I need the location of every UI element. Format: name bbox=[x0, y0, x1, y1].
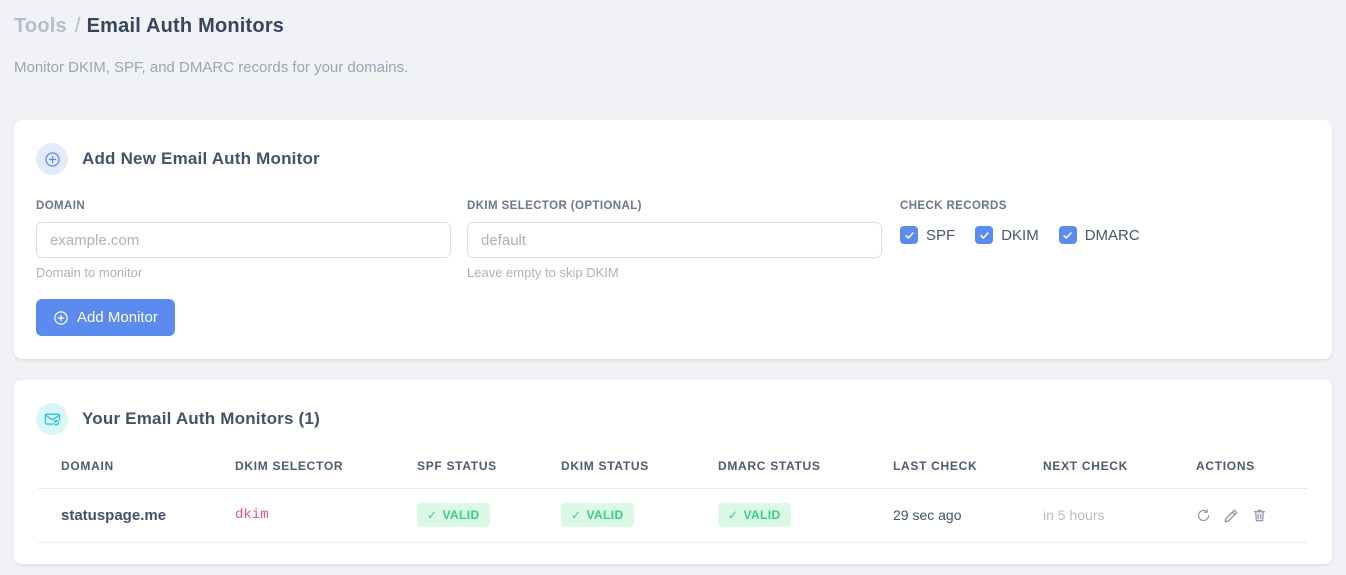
checkbox-dmarc[interactable]: DMARC bbox=[1058, 226, 1140, 244]
monitors-card-title: Your Email Auth Monitors (1) bbox=[82, 409, 320, 428]
spf-status-label: VALID bbox=[442, 508, 480, 522]
add-monitor-card-header: Add New Email Auth Monitor bbox=[36, 143, 1310, 175]
breadcrumb-separator: / bbox=[74, 15, 81, 37]
email-auth-monitors-page: Tools / Email Auth Monitors Monitor DKIM, … bbox=[0, 0, 1346, 564]
monitors-table: DOMAIN DKIM SELECTOR SPF STATUS DKIM STA… bbox=[38, 453, 1308, 543]
monitor-dkim-status-cell: ✓ VALID bbox=[561, 488, 718, 543]
add-monitor-card: Add New Email Auth Monitor DOMAIN Domain… bbox=[14, 120, 1332, 359]
domain-field-helper: Domain to monitor bbox=[36, 265, 143, 280]
dmarc-checkbox-label: DMARC bbox=[1084, 226, 1140, 244]
check-glyph: ✓ bbox=[427, 508, 438, 522]
page-subtitle: Monitor DKIM, SPF, and DMARC records for… bbox=[14, 59, 409, 76]
table-header-row: DOMAIN DKIM SELECTOR SPF STATUS DKIM STA… bbox=[38, 453, 1308, 489]
dmarc-checkbox-checked-icon[interactable] bbox=[1058, 226, 1077, 244]
monitor-next-check: in 5 hours bbox=[1043, 488, 1196, 543]
refresh-icon bbox=[1197, 508, 1210, 521]
spf-checkbox-checked-icon[interactable] bbox=[900, 226, 918, 244]
domain-field-label: DOMAIN bbox=[36, 200, 86, 212]
check-records-group: CHECK RECORDS SPF DKIM DMARC bbox=[900, 200, 1310, 280]
column-header-actions: ACTIONS bbox=[1196, 453, 1308, 489]
monitor-row-statuspage: statuspage.me dkim ✓ VALID ✓ VALID ✓ VAL… bbox=[38, 488, 1308, 543]
column-header-domain: DOMAIN bbox=[38, 453, 235, 489]
dmarc-status-label: VALID bbox=[743, 508, 781, 522]
card-bottom-padding bbox=[36, 543, 1310, 564]
check-glyph: ✓ bbox=[728, 508, 739, 522]
monitor-dkim-selector: dkim bbox=[235, 488, 417, 543]
column-header-next-check: NEXT CHECK bbox=[1043, 453, 1196, 489]
check-records-options: SPF DKIM DMARC bbox=[900, 226, 1310, 244]
monitor-domain: statuspage.me bbox=[38, 488, 235, 543]
row-actions bbox=[1196, 508, 1308, 523]
dkim-selector-input[interactable] bbox=[467, 222, 882, 258]
plus-circle-badge bbox=[36, 143, 68, 175]
envelope-check-badge bbox=[36, 403, 68, 435]
dkim-status-label: VALID bbox=[586, 508, 624, 522]
trash-icon bbox=[1253, 509, 1266, 521]
monitor-spf-status-cell: ✓ VALID bbox=[417, 488, 561, 543]
spf-checkbox-label: SPF bbox=[926, 226, 956, 244]
monitors-table-wrap: DOMAIN DKIM SELECTOR SPF STATUS DKIM STA… bbox=[38, 453, 1308, 543]
refresh-button[interactable] bbox=[1196, 508, 1211, 523]
dkim-status-badge: ✓ VALID bbox=[561, 503, 634, 527]
dkim-selector-field-group: DKIM SELECTOR (OPTIONAL) Leave empty to … bbox=[467, 200, 882, 280]
monitor-actions-cell bbox=[1196, 488, 1308, 543]
column-header-dkim-status: DKIM STATUS bbox=[561, 453, 718, 489]
checkbox-spf[interactable]: SPF bbox=[900, 226, 955, 244]
dkim-checkbox-checked-icon[interactable] bbox=[975, 226, 994, 244]
column-header-dkim-selector: DKIM SELECTOR bbox=[235, 453, 417, 489]
monitors-card: Your Email Auth Monitors (1) DOMAIN DKIM… bbox=[14, 380, 1332, 564]
check-records-label: CHECK RECORDS bbox=[900, 200, 1007, 212]
column-header-dmarc-status: DMARC STATUS bbox=[718, 453, 893, 489]
monitor-last-check: 29 sec ago bbox=[893, 488, 1043, 543]
dkim-checkbox-label: DKIM bbox=[1001, 226, 1039, 244]
add-monitor-button-label: Add Monitor bbox=[77, 309, 158, 326]
check-glyph: ✓ bbox=[571, 508, 582, 522]
page-title: Email Auth Monitors bbox=[86, 15, 285, 37]
domain-input[interactable] bbox=[36, 222, 451, 258]
breadcrumb-tools-link[interactable]: Tools bbox=[14, 15, 67, 37]
plus-circle-icon bbox=[54, 310, 68, 325]
column-header-spf-status: SPF STATUS bbox=[417, 453, 561, 489]
add-monitor-button[interactable]: Add Monitor bbox=[36, 299, 175, 336]
dkim-selector-field-label: DKIM SELECTOR (OPTIONAL) bbox=[467, 200, 642, 212]
column-header-last-check: LAST CHECK bbox=[893, 453, 1043, 489]
envelope-check-icon bbox=[44, 413, 60, 426]
edit-pencil-icon bbox=[1224, 509, 1238, 522]
dmarc-status-badge: ✓ VALID bbox=[718, 503, 791, 527]
monitors-card-header: Your Email Auth Monitors (1) bbox=[36, 403, 1310, 435]
delete-button[interactable] bbox=[1252, 508, 1267, 523]
edit-button[interactable] bbox=[1224, 508, 1239, 523]
plus-circle-icon bbox=[44, 151, 60, 167]
domain-field-group: DOMAIN Domain to monitor bbox=[36, 200, 451, 280]
spf-status-badge: ✓ VALID bbox=[417, 503, 490, 527]
breadcrumb: Tools / Email Auth Monitors bbox=[14, 12, 1332, 40]
checkbox-dkim[interactable]: DKIM bbox=[975, 226, 1039, 244]
monitor-dmarc-status-cell: ✓ VALID bbox=[718, 488, 893, 543]
add-monitor-form: DOMAIN Domain to monitor DKIM SELECTOR (… bbox=[36, 200, 1310, 280]
dkim-selector-field-helper: Leave empty to skip DKIM bbox=[467, 265, 619, 280]
add-monitor-card-title: Add New Email Auth Monitor bbox=[82, 149, 320, 168]
